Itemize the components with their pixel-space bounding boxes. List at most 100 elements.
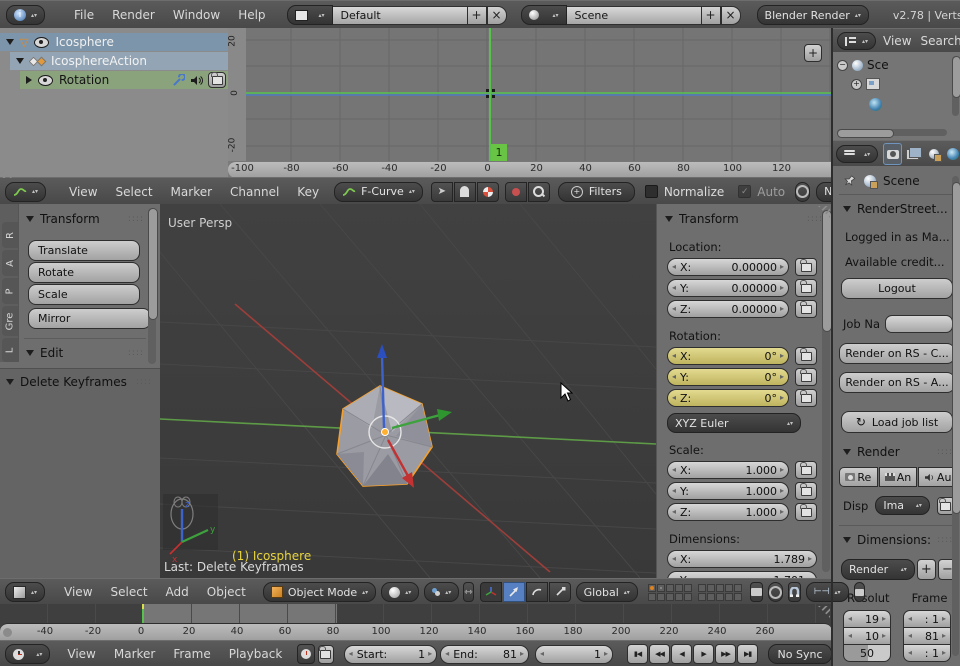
scale-field[interactable]: ◂ Z: 1.000 ▸: [667, 503, 789, 521]
panel-drag-dots[interactable]: ::::: [937, 535, 953, 545]
lock-icon[interactable]: [795, 300, 817, 318]
viewport-3d[interactable]: y x z User Persp (1) Icosphere Last: Del…: [160, 204, 656, 578]
menu-marker[interactable]: Marker: [162, 185, 221, 199]
lock-icon[interactable]: [795, 258, 817, 276]
render-preset-select[interactable]: Render ▴▾: [841, 559, 915, 580]
scene-icon-selector[interactable]: ▴▾: [520, 5, 567, 25]
panel-edit-header[interactable]: Edit ::::: [26, 346, 144, 360]
menu-select[interactable]: Select: [102, 585, 157, 599]
editor-type-selector[interactable]: ▴▾: [5, 582, 46, 602]
menu-view[interactable]: View: [58, 647, 104, 661]
rotate-manipulator-icon[interactable]: [525, 582, 548, 602]
menu-key[interactable]: Key: [288, 185, 328, 199]
transform-orientation-select[interactable]: Global ▴▾: [575, 582, 638, 602]
panel-drag-dots[interactable]: ::::: [128, 348, 144, 358]
add-layout-button[interactable]: +: [466, 5, 487, 25]
menu-marker[interactable]: Marker: [105, 647, 164, 661]
playback-button[interactable]: ◀◀: [649, 644, 671, 664]
render-engine-select[interactable]: Blender Render ▴▾: [756, 5, 869, 25]
tool-button[interactable]: Scale: [28, 284, 140, 305]
snap-element-select[interactable]: ⊢⊣ ▴▾: [805, 582, 849, 602]
location-field[interactable]: ◂ Y: 0.00000 ▸: [667, 279, 789, 297]
expand-plus-icon[interactable]: +: [851, 78, 862, 90]
npanel-vscrollbar[interactable]: [822, 210, 832, 572]
menu-channel[interactable]: Channel: [221, 185, 288, 199]
visibility-eye-icon[interactable]: [34, 36, 50, 48]
menu-render[interactable]: Render: [103, 8, 164, 22]
lock-icon[interactable]: [795, 279, 817, 297]
panel-drag-dots[interactable]: ::::: [128, 214, 144, 224]
panel-dimensions-header[interactable]: Dimensions: ::::: [833, 526, 960, 547]
editor-type-selector[interactable]: ▴▾: [836, 145, 879, 163]
resolution-y-field[interactable]: ◂ 10 ▸: [843, 628, 891, 645]
tab-world[interactable]: [944, 144, 960, 164]
panel-drag-dots[interactable]: ::::: [937, 447, 953, 457]
keying-set-icon[interactable]: [504, 181, 527, 202]
auto-normalize-checkbox[interactable]: ✓: [738, 185, 752, 198]
graph-mode-select[interactable]: F-Curve ▴▾: [334, 181, 423, 202]
channel-action[interactable]: IcosphereAction: [10, 52, 232, 70]
preset-add-button[interactable]: +: [916, 559, 936, 580]
outliner-hscrollbar[interactable]: [837, 129, 947, 138]
panel-npanel-transform-header[interactable]: Transform ::::: [657, 204, 833, 226]
menu-playback[interactable]: Playback: [220, 647, 292, 661]
tab-render[interactable]: [883, 143, 903, 165]
scene-lock-icon[interactable]: [749, 582, 763, 602]
resolution-pct-slider[interactable]: 50: [843, 645, 891, 662]
menu-object[interactable]: Object: [198, 585, 255, 599]
tab-a[interactable]: A: [2, 250, 18, 276]
playback-button[interactable]: ▶: [693, 644, 715, 664]
world-globe-icon[interactable]: [869, 98, 882, 111]
editor-type-selector[interactable]: ▴▾: [5, 644, 51, 664]
properties-vscrollbar[interactable]: [952, 176, 960, 656]
ghost-curves-icon[interactable]: [453, 181, 476, 202]
frame-start-field[interactable]: ◂ Start: 1 ▸: [343, 644, 438, 664]
pin-icon[interactable]: [843, 174, 857, 188]
graph-x-ruler[interactable]: -100 -80 -60 -40 -20 0 20 40 60 80 100 120: [228, 161, 832, 177]
panel-drag-dots[interactable]: ::::: [136, 377, 152, 387]
close-scene-button[interactable]: ×: [720, 5, 741, 25]
normalize-checkbox[interactable]: [644, 185, 658, 198]
scene-name[interactable]: Scene: [566, 5, 701, 25]
current-frame-badge[interactable]: 1: [491, 144, 507, 161]
tab-render-layers[interactable]: [904, 144, 923, 164]
render-on-rs-anim-button[interactable]: Render on RS - A...: [839, 372, 955, 393]
menu-view[interactable]: View: [60, 185, 106, 199]
screen-layout-name[interactable]: Default: [332, 5, 467, 25]
logout-button[interactable]: Logout: [841, 278, 953, 299]
playback-button[interactable]: ▶▮: [737, 644, 759, 664]
panel-redo-header[interactable]: Delete Keyframes ::::: [0, 369, 160, 389]
display-mode-select[interactable]: Ima ▴▾: [875, 496, 930, 515]
viewport-shading-select[interactable]: ▴▾: [381, 582, 420, 602]
tab-l[interactable]: L: [2, 338, 18, 362]
collapse-icon[interactable]: [6, 39, 14, 45]
menu-window[interactable]: Window: [164, 8, 229, 22]
proportional-edit-icon[interactable]: [767, 582, 783, 602]
menu-search[interactable]: Search: [919, 34, 960, 48]
opengl-render-icon[interactable]: [853, 582, 865, 602]
cursor-tool-icon[interactable]: ➤: [430, 181, 453, 202]
tab-scene[interactable]: [925, 144, 942, 164]
magnifier-icon[interactable]: [527, 181, 550, 202]
rotation-field[interactable]: ◂ Y: 0° ▸: [667, 368, 789, 386]
add-scene-button[interactable]: +: [700, 5, 721, 25]
collapse-icon[interactable]: [16, 58, 24, 64]
panel-renderstreet-header[interactable]: RenderStreet...: [833, 195, 960, 216]
playback-button[interactable]: ◀: [671, 644, 693, 664]
lock-icon[interactable]: [795, 461, 817, 479]
location-field[interactable]: ◂ Z: 0.00000 ▸: [667, 300, 789, 318]
filters-button[interactable]: + Filters: [557, 181, 635, 202]
render-still-button[interactable]: Re: [839, 467, 878, 487]
editor-type-selector[interactable]: ▴▾: [5, 181, 47, 202]
menu-frame[interactable]: Frame: [164, 647, 219, 661]
snap-magnet-icon[interactable]: [787, 582, 801, 602]
rotation-field[interactable]: ◂ X: 0° ▸: [667, 347, 789, 365]
dimension-field[interactable]: ◂ X: 1.789 ▸: [667, 550, 817, 568]
frame-start-field[interactable]: ◂: 1 ▸: [903, 610, 951, 628]
frame-step-field[interactable]: ◂: 1 ▸: [903, 645, 951, 662]
tab-p[interactable]: P: [2, 278, 18, 304]
tool-button[interactable]: Rotate: [28, 262, 140, 283]
open-npanel-button[interactable]: +: [804, 44, 822, 62]
panel-render-header[interactable]: Render ::::: [833, 433, 960, 459]
channel-fcurve[interactable]: Rotation: [20, 71, 232, 89]
